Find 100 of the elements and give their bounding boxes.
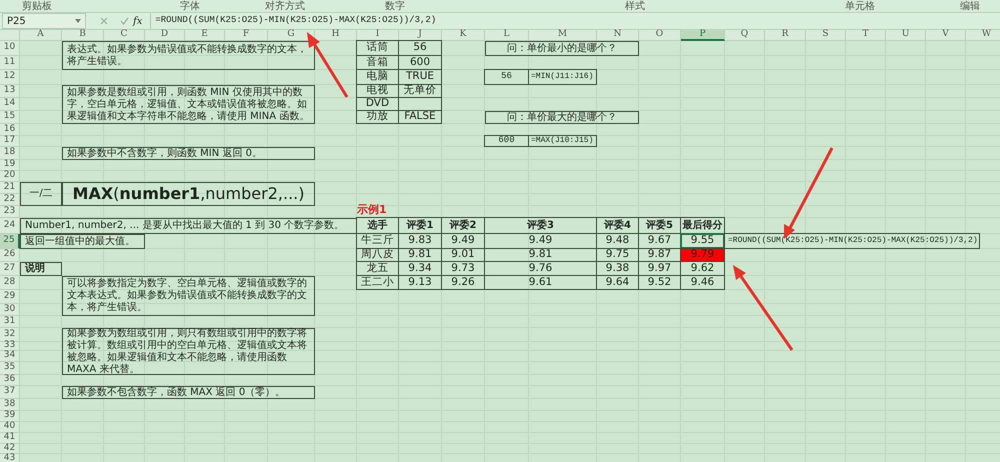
- note-text: 如果参数是数组或引用，则函数 MIN 仅使用其中的数字，空白单元格，逻辑值、文本或错误值将被忽略。如果逻辑值和文本字符串不能忽略，请使用 MINA 函数。: [62, 85, 315, 124]
- function-button[interactable]: fx: [133, 14, 142, 28]
- row-header[interactable]: 11: [0, 56, 20, 70]
- formula-text: =ROUND((SUM(K25:O25)-MIN(K25:O25)-MAX(K25:O25))/3,2): [724, 233, 980, 249]
- name-box[interactable]: P25: [2, 13, 86, 29]
- row-header[interactable]: 26: [0, 249, 20, 262]
- row-header[interactable]: 18: [0, 147, 20, 160]
- column-header[interactable]: H: [315, 30, 357, 41]
- formula-text: =MAX(J10:J15): [528, 135, 597, 147]
- note-text: 如果参数为数组或引用，则只有数组或引用中的数字将被计算。数组或引用中的空白单元格、逻辑值或文本将被忽略。如果逻辑值和文本不能忽略，请使用函数 MAXA 来代替。: [62, 328, 315, 375]
- column-header[interactable]: A: [20, 30, 62, 41]
- column-header[interactable]: B: [62, 30, 104, 41]
- table-cell[interactable]: 9.79: [680, 248, 725, 262]
- row-header[interactable]: 10: [0, 41, 20, 56]
- column-header[interactable]: I: [357, 30, 399, 41]
- row-header[interactable]: 41: [0, 433, 20, 444]
- dropdown-icon[interactable]: [75, 19, 81, 23]
- example-title: 示例1: [357, 206, 388, 218]
- row-header[interactable]: 31: [0, 316, 20, 328]
- column-header[interactable]: P: [681, 30, 725, 41]
- table-cell: 56: [398, 40, 442, 56]
- column-header[interactable]: M: [529, 30, 597, 41]
- column-header[interactable]: F: [225, 30, 268, 41]
- row-header[interactable]: 17: [0, 136, 20, 147]
- table-cell: FALSE: [398, 110, 442, 124]
- group-label: 对齐方式: [265, 0, 305, 12]
- argument-text: Number1, number2, ... 是要从中找出最大值的 1 到 30 个数字参数。: [20, 218, 357, 234]
- return-text: 返回一组值中的最大值。: [20, 234, 145, 249]
- group-label: 剪贴板: [22, 0, 53, 12]
- table-cell[interactable]: 9.55: [680, 233, 725, 249]
- select-all-button[interactable]: [0, 30, 20, 41]
- answer-cell: 600: [484, 135, 529, 147]
- note-text: 可以将参数指定为数字、空白单元格、逻辑值或数字的文本表达式。如果参数为错误值或不能转换成数字的文本，将产生错误。: [62, 276, 315, 316]
- row-header[interactable]: 23: [0, 206, 20, 218]
- table-cell: 9.13: [398, 275, 442, 290]
- row-header[interactable]: 42: [0, 444, 20, 454]
- table-cell: 王二小: [356, 275, 399, 290]
- row-header[interactable]: 13: [0, 85, 20, 98]
- row-header[interactable]: 27: [0, 262, 20, 276]
- formula-field[interactable]: =ROUND((SUM(K25:O25)-MIN(K25:O25)-MAX(K25:O25))/3,2): [150, 13, 1000, 29]
- column-header[interactable]: W: [966, 30, 1000, 41]
- row-header[interactable]: 39: [0, 411, 20, 422]
- column-header[interactable]: K: [442, 30, 485, 41]
- function-syntax: MAX(number1,number2,...): [62, 182, 315, 206]
- section-number: 一/二: [20, 182, 62, 206]
- column-header[interactable]: Q: [725, 30, 765, 41]
- column-header[interactable]: U: [886, 30, 926, 41]
- table-header: 最后得分: [680, 217, 725, 234]
- note-text: 如果参数不包含数字，函数 MAX 返回 0（零）。: [62, 386, 315, 399]
- column-header[interactable]: G: [268, 30, 315, 41]
- column-header[interactable]: L: [485, 30, 529, 41]
- row-header[interactable]: 21: [0, 182, 20, 194]
- row-header[interactable]: 33: [0, 342, 20, 351]
- row-header[interactable]: 36: [0, 375, 20, 386]
- column-header[interactable]: R: [765, 30, 806, 41]
- formula-text: =MIN(J11:J16): [528, 69, 597, 85]
- table-cell: 话筒: [356, 40, 399, 56]
- group-label: 数字: [385, 0, 406, 12]
- row-header[interactable]: 22: [0, 194, 20, 206]
- table-cell: 9.52: [638, 275, 681, 290]
- column-header[interactable]: O: [639, 30, 681, 41]
- row-header[interactable]: 40: [0, 422, 20, 433]
- note-text: 表达式。如果参数为错误值或不能转换成数字的文本，将产生错误。: [62, 41, 315, 70]
- row-header[interactable]: 12: [0, 70, 20, 85]
- row-header[interactable]: 19: [0, 160, 20, 171]
- cancel-icon[interactable]: [100, 17, 108, 25]
- row-header[interactable]: 15: [0, 111, 20, 124]
- column-header[interactable]: C: [104, 30, 145, 41]
- question-text: 问：单价最小的是哪个？: [485, 41, 639, 56]
- row-header[interactable]: 32: [0, 328, 20, 342]
- table-cell: 9.61: [484, 275, 597, 290]
- remarks-label: 说明: [20, 262, 62, 276]
- row-header[interactable]: 25: [0, 234, 20, 249]
- row-header[interactable]: 28: [0, 276, 20, 290]
- check-icon[interactable]: [120, 17, 129, 25]
- column-header[interactable]: N: [597, 30, 639, 41]
- row-header[interactable]: 30: [0, 304, 20, 316]
- group-label: 字体: [180, 0, 201, 12]
- row-header[interactable]: 14: [0, 98, 20, 111]
- column-header[interactable]: E: [185, 30, 225, 41]
- row-header[interactable]: 24: [0, 218, 20, 234]
- column-header[interactable]: T: [846, 30, 886, 41]
- table-cell: 功放: [356, 110, 399, 124]
- row-header[interactable]: 34: [0, 351, 20, 362]
- column-header[interactable]: S: [806, 30, 846, 41]
- row-header[interactable]: 37: [0, 386, 20, 399]
- row-header[interactable]: 16: [0, 124, 20, 136]
- column-header[interactable]: V: [926, 30, 966, 41]
- column-header[interactable]: J: [399, 30, 442, 41]
- row-header[interactable]: 29: [0, 290, 20, 304]
- row-header[interactable]: 35: [0, 362, 20, 375]
- table-cell[interactable]: 9.46: [680, 275, 725, 290]
- row-header[interactable]: 38: [0, 399, 20, 411]
- table-cell: 9.26: [441, 275, 485, 290]
- group-label: 样式: [625, 0, 646, 12]
- answer-cell: 56: [484, 69, 529, 85]
- table-cell: 9.64: [596, 275, 639, 290]
- row-header[interactable]: 43: [0, 454, 20, 462]
- column-header[interactable]: D: [145, 30, 185, 41]
- row-header[interactable]: 20: [0, 171, 20, 182]
